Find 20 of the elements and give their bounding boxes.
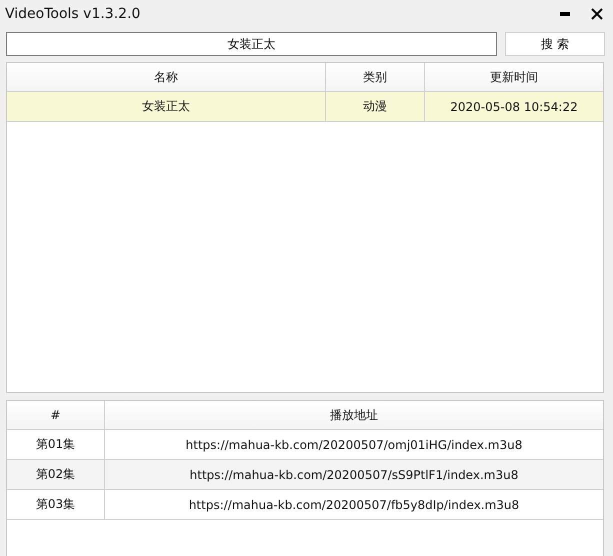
table-cell: 第02集 — [7, 460, 105, 489]
column-header[interactable]: 播放地址 — [105, 401, 603, 429]
column-header[interactable]: 类别 — [326, 63, 425, 91]
column-header[interactable]: 名称 — [7, 63, 326, 91]
column-header[interactable]: 更新时间 — [425, 63, 603, 91]
table-cell: 第01集 — [7, 430, 105, 459]
table-cell: 动漫 — [326, 92, 425, 121]
window-title: VideoTools v1.3.2.0 — [5, 6, 142, 22]
result-row[interactable]: 女装正太 动漫 2020-05-08 10:54:22 — [7, 92, 603, 122]
table-cell-text: 2020-05-08 10:54:22 — [449, 98, 579, 116]
search-button[interactable]: 搜 索 — [505, 32, 605, 56]
table-cell-text: https://mahua-kb.com/20200507/omj01iHG/index.m3u8 — [184, 436, 524, 454]
table-cell: 女装正太 — [7, 92, 326, 121]
minimize-icon — [560, 12, 570, 16]
table-cell-text: https://mahua-kb.com/20200507/sS9PtlF1/index.m3u8 — [188, 466, 520, 484]
table-cell-text: https://mahua-kb.com/20200507/fb5y8dIp/index.m3u8 — [188, 496, 520, 514]
search-field[interactable]: 女装正太 — [6, 32, 497, 56]
table-cell: 第03集 — [7, 490, 105, 519]
close-icon — [591, 8, 603, 20]
column-header[interactable]: # — [7, 401, 105, 429]
